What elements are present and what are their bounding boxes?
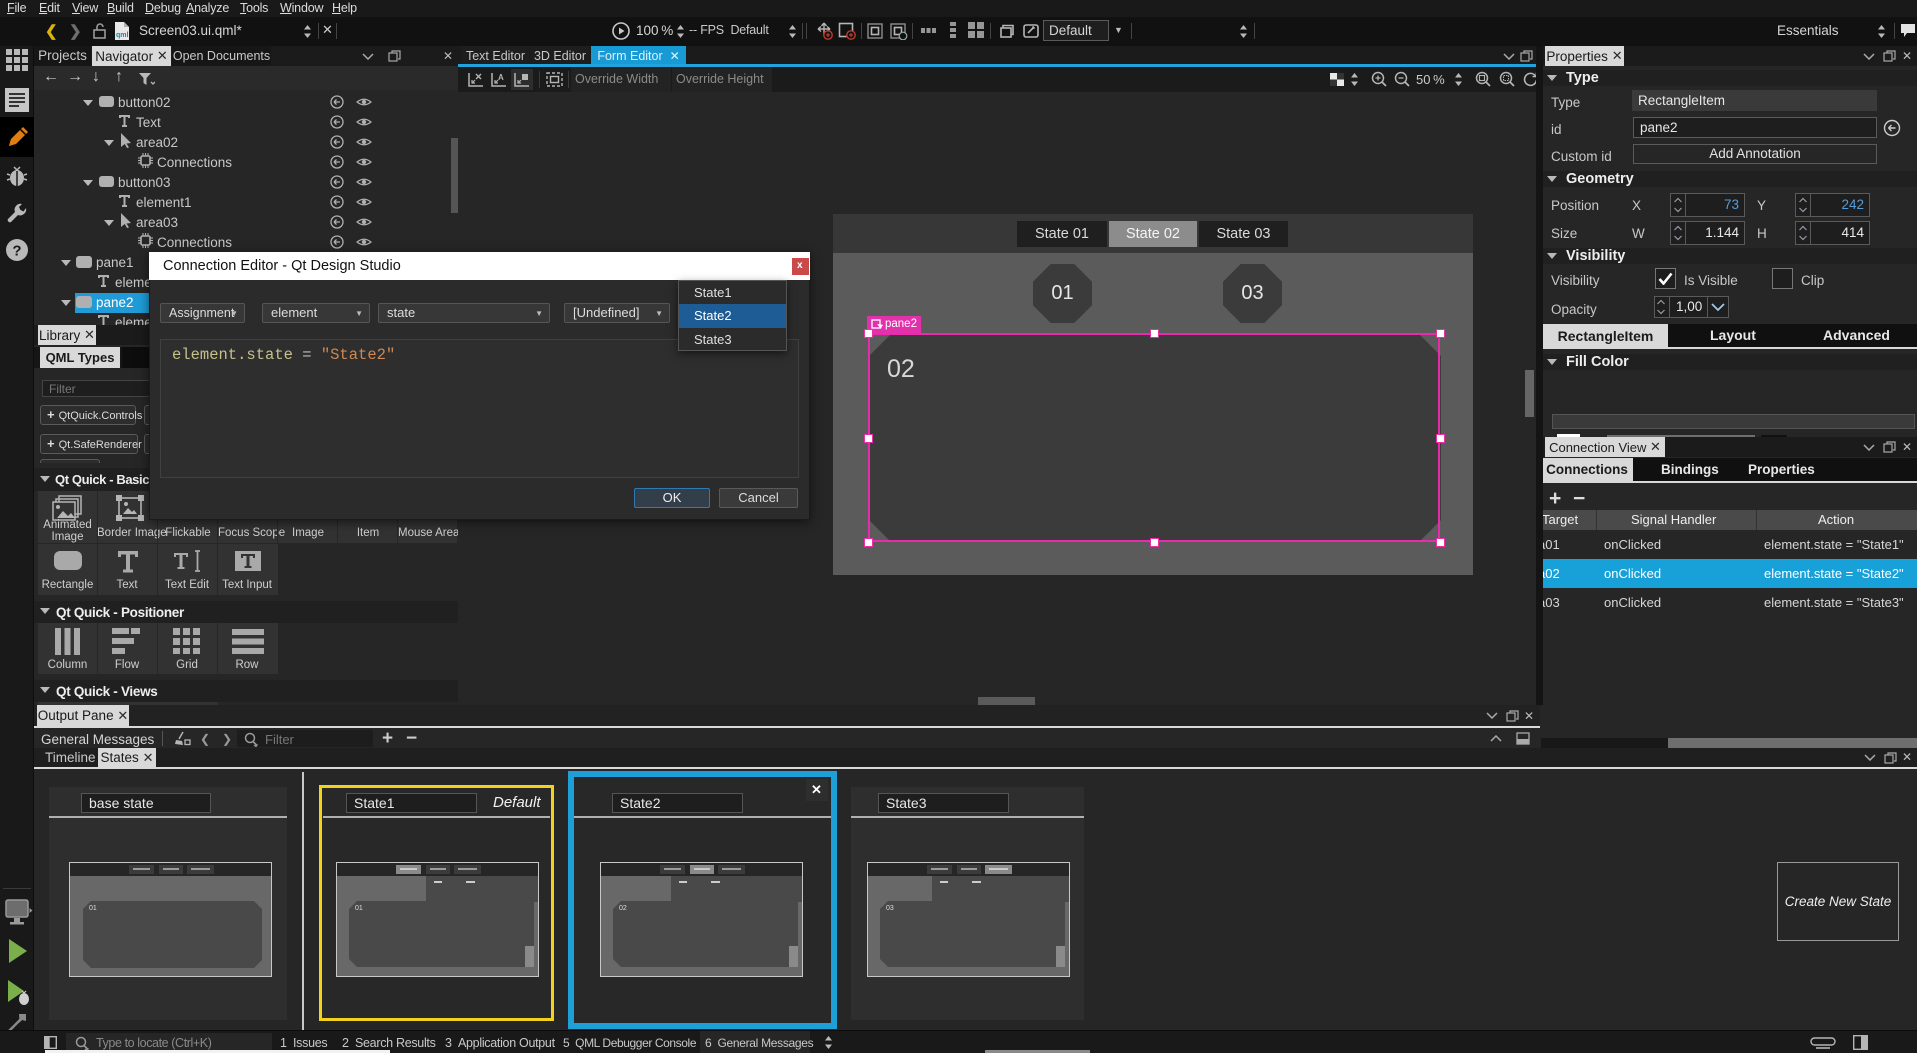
svg-text:qml: qml bbox=[116, 32, 129, 39]
svg-text:A: A bbox=[498, 73, 504, 82]
svg-text:?: ? bbox=[12, 243, 21, 260]
